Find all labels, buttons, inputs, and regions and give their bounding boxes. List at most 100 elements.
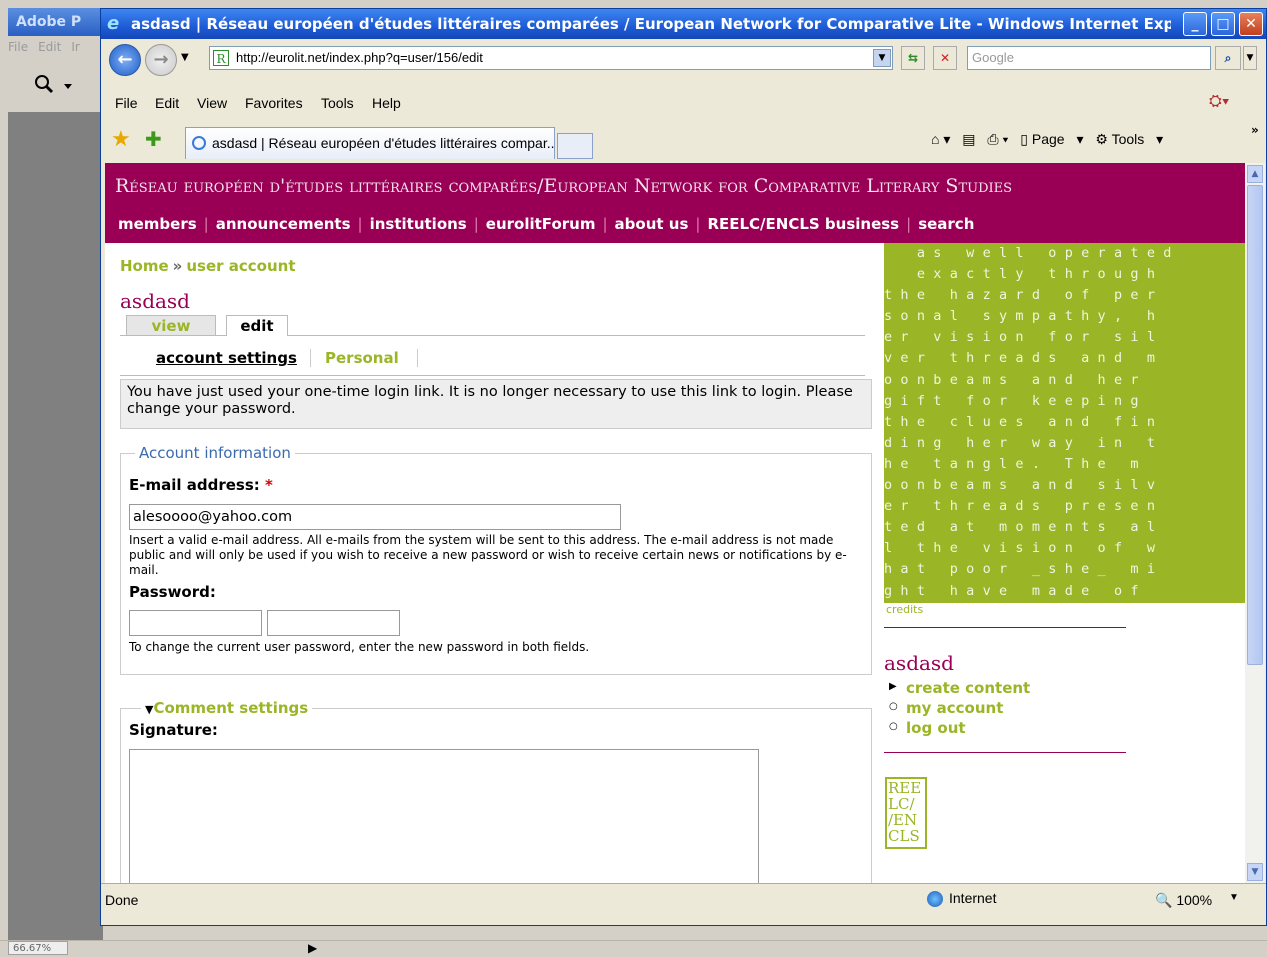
- adobe-menu-file[interactable]: File: [8, 40, 28, 54]
- zoom-level[interactable]: 🔍 100%: [1155, 892, 1212, 909]
- search-options-dropdown-icon[interactable]: ▼: [1243, 46, 1257, 70]
- primary-nav: members | announcements | institutions | eurol…: [118, 215, 975, 233]
- adobe-status-bar: [0, 940, 1267, 957]
- nav-about-us[interactable]: about us: [615, 215, 689, 233]
- close-button[interactable]: ✕: [1239, 12, 1263, 36]
- adobe-menu-ir[interactable]: Ir: [71, 40, 79, 54]
- circle-bullet-icon: ○: [889, 721, 898, 732]
- breadcrumb: Home» user account: [120, 257, 296, 275]
- adobe-zoom-tool-icon[interactable]: [20, 70, 95, 100]
- address-bar[interactable]: R http://eurolit.net/index.php?q=user/15…: [209, 46, 893, 70]
- required-mark: *: [265, 476, 273, 494]
- status-text: Done: [105, 892, 139, 908]
- reelc-logo[interactable]: REE LC/ /EN CLS: [885, 777, 927, 849]
- address-dropdown-icon[interactable]: ▼: [873, 49, 891, 67]
- favorites-star-icon[interactable]: ★: [111, 127, 131, 152]
- translate-icon[interactable]: ⛭▾: [1209, 93, 1230, 111]
- menu-favorites[interactable]: Favorites: [245, 95, 303, 111]
- nav-search[interactable]: search: [918, 215, 974, 233]
- breadcrumb-user-account[interactable]: user account: [186, 257, 295, 275]
- circle-bullet-icon: ○: [889, 701, 898, 712]
- tab-view[interactable]: view: [126, 315, 216, 335]
- feeds-icon[interactable]: ▤: [962, 131, 975, 147]
- add-favorites-icon[interactable]: ✚: [145, 127, 162, 151]
- command-bar: ⌂ ▾ ▤ ⎙ ▾ ▯ Page ▾ ⚙ Tools ▾: [931, 131, 1171, 148]
- ie-window: e asdasd | Réseau européen d'études litt…: [100, 8, 1267, 926]
- email-label: E-mail address: *: [129, 476, 273, 494]
- password-field[interactable]: [129, 610, 262, 636]
- tab-personal[interactable]: Personal: [325, 349, 399, 367]
- loading-icon: [192, 136, 206, 150]
- nav-eurolitforum[interactable]: eurolitForum: [486, 215, 596, 233]
- secondary-tabs: account settings Personal: [120, 347, 865, 376]
- adobe-page-arrow-icon[interactable]: ▶: [308, 941, 317, 955]
- url-text[interactable]: http://eurolit.net/index.php?q=user/156/…: [236, 47, 483, 69]
- vertical-scrollbar[interactable]: ▲ ▼: [1245, 163, 1265, 883]
- primary-tabs: view edit: [120, 315, 865, 336]
- history-dropdown-icon[interactable]: ▼: [181, 52, 189, 63]
- account-information-legend: Account information: [135, 444, 295, 462]
- browser-tab-label: asdasd | Réseau européen d'études littér…: [212, 135, 555, 151]
- email-field[interactable]: alesoooo@yahoo.com: [129, 504, 621, 530]
- menu-bar: File Edit View Favorites Tools Help ⛭▾: [101, 91, 1266, 117]
- maximize-button[interactable]: □: [1211, 12, 1235, 36]
- nav-announcements[interactable]: announcements: [216, 215, 351, 233]
- refresh-button[interactable]: ⇆: [901, 46, 925, 70]
- confirm-password-field[interactable]: [267, 610, 400, 636]
- tab-account-settings[interactable]: account settings: [156, 349, 297, 367]
- minimize-button[interactable]: _: [1183, 12, 1207, 36]
- divider: [884, 627, 1126, 628]
- stop-button[interactable]: ✕: [933, 46, 957, 70]
- nav-institutions[interactable]: institutions: [370, 215, 467, 233]
- forward-button[interactable]: →: [145, 44, 177, 76]
- back-button[interactable]: ←: [109, 44, 141, 76]
- adobe-title-bar[interactable]: Adobe P: [8, 8, 103, 36]
- adobe-menu-edit[interactable]: Edit: [38, 40, 61, 54]
- more-chevron-icon[interactable]: »: [1251, 123, 1259, 137]
- ie-status-bar: Done Internet 🔍 100% ▼: [101, 883, 1266, 914]
- page-menu-label: Page: [1031, 131, 1065, 147]
- my-account-link[interactable]: my account: [906, 699, 1003, 717]
- page-title: asdasd: [120, 289, 190, 313]
- adobe-zoom-level[interactable]: 66.67%: [8, 941, 68, 955]
- menu-tools[interactable]: Tools: [321, 95, 354, 111]
- menu-file[interactable]: File: [115, 95, 138, 111]
- search-input[interactable]: Google: [967, 46, 1211, 70]
- new-tab-button[interactable]: [557, 133, 593, 159]
- zoom-dropdown-icon[interactable]: ▼: [1229, 892, 1239, 903]
- adobe-document-area: [8, 112, 103, 942]
- scroll-thumb[interactable]: [1247, 185, 1263, 665]
- browser-tab[interactable]: asdasd | Réseau européen d'études littér…: [185, 127, 555, 159]
- tab-edit[interactable]: edit: [226, 315, 288, 336]
- home-icon[interactable]: ⌂ ▾: [931, 131, 950, 147]
- divider: [884, 752, 1126, 753]
- signature-textarea[interactable]: [129, 749, 759, 883]
- menu-help[interactable]: Help: [372, 95, 401, 111]
- scroll-up-icon[interactable]: ▲: [1247, 165, 1263, 183]
- tab-divider: [417, 349, 418, 367]
- credits-link[interactable]: credits: [886, 603, 923, 616]
- sidebar-text-art: as well operated exactly through the haz…: [884, 243, 1245, 603]
- status-message: You have just used your one-time login l…: [120, 379, 872, 429]
- nav-reelc-business[interactable]: REELC/ENCLS business: [707, 215, 899, 233]
- page-menu-button[interactable]: ▯ Page ▾: [1020, 131, 1083, 147]
- comment-settings-legend[interactable]: ▼Comment settings: [141, 699, 313, 717]
- create-content-link[interactable]: create content: [906, 679, 1030, 697]
- tools-menu-button[interactable]: ⚙ Tools ▾: [1095, 131, 1163, 147]
- menu-view[interactable]: View: [197, 95, 227, 111]
- globe-icon: [927, 891, 943, 908]
- security-zone[interactable]: Internet: [927, 890, 996, 908]
- log-out-link[interactable]: log out: [906, 719, 966, 737]
- print-icon[interactable]: ⎙ ▾: [987, 131, 1008, 147]
- email-description: Insert a valid e-mail address. All e-mai…: [129, 533, 847, 577]
- breadcrumb-home[interactable]: Home: [120, 257, 169, 275]
- tab-divider: [310, 349, 311, 367]
- site-name[interactable]: Réseau européen d'études littéraires com…: [115, 175, 1012, 197]
- search-icon[interactable]: ⌕: [1215, 46, 1241, 70]
- scroll-down-icon[interactable]: ▼: [1247, 863, 1263, 881]
- tab-bar: ★ ✚ asdasd | Réseau européen d'études li…: [101, 121, 1266, 161]
- window-title: asdasd | Réseau européen d'études littér…: [131, 15, 1171, 33]
- menu-edit[interactable]: Edit: [155, 95, 179, 111]
- nav-members[interactable]: members: [118, 215, 197, 233]
- signature-label: Signature:: [129, 721, 218, 739]
